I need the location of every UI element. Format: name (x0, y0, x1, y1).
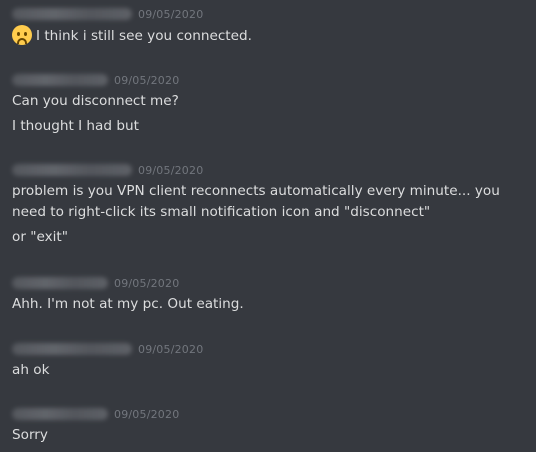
message-line: problem is you VPN client reconnects aut… (12, 183, 500, 220)
message-line: I thought I had but (12, 118, 139, 134)
message-timestamp: 09/05/2020 (114, 276, 180, 290)
message-line: Ahh. I'm not at my pc. Out eating. (12, 296, 244, 312)
message-line: or "exit" (12, 229, 69, 245)
message-header: 09/05/2020 (12, 405, 528, 423)
message-group: 09/05/2020 ah ok (12, 340, 528, 381)
username-blurred[interactable] (12, 8, 132, 20)
message-timestamp: 09/05/2020 (114, 407, 180, 421)
message-header: 09/05/2020 (12, 274, 528, 292)
username-blurred[interactable] (12, 277, 108, 289)
message-group: 09/05/2020 I think i still see you conne… (12, 5, 528, 47)
message-timestamp: 09/05/2020 (138, 7, 204, 21)
username-blurred[interactable] (12, 164, 132, 176)
message-header: 09/05/2020 (12, 161, 528, 179)
message-timestamp: 09/05/2020 (138, 163, 204, 177)
message-header: 09/05/2020 (12, 340, 528, 358)
username-blurred[interactable] (12, 343, 132, 355)
message-line: Can you disconnect me? (12, 93, 179, 109)
message-timestamp: 09/05/2020 (138, 342, 204, 356)
chat-message-list: 09/05/2020 I think i still see you conne… (0, 0, 536, 452)
message-header: 09/05/2020 (12, 71, 528, 89)
message-group: 09/05/2020 Sorry (12, 405, 528, 446)
message-line: I think i still see you connected. (36, 28, 252, 44)
message-group: 09/05/2020 Ahh. I'm not at my pc. Out ea… (12, 274, 528, 315)
message-timestamp: 09/05/2020 (114, 73, 180, 87)
slightly-frowning-face-emoji-icon (12, 25, 32, 45)
message-text: I think i still see you connected. (12, 25, 528, 47)
username-blurred[interactable] (12, 74, 108, 86)
message-group: 09/05/2020 problem is you VPN client rec… (12, 161, 528, 248)
message-line: Sorry (12, 427, 48, 443)
message-header: 09/05/2020 (12, 5, 528, 23)
message-group: 09/05/2020 Can you disconnect me? I thou… (12, 71, 528, 137)
username-blurred[interactable] (12, 408, 108, 420)
message-line: ah ok (12, 362, 50, 378)
